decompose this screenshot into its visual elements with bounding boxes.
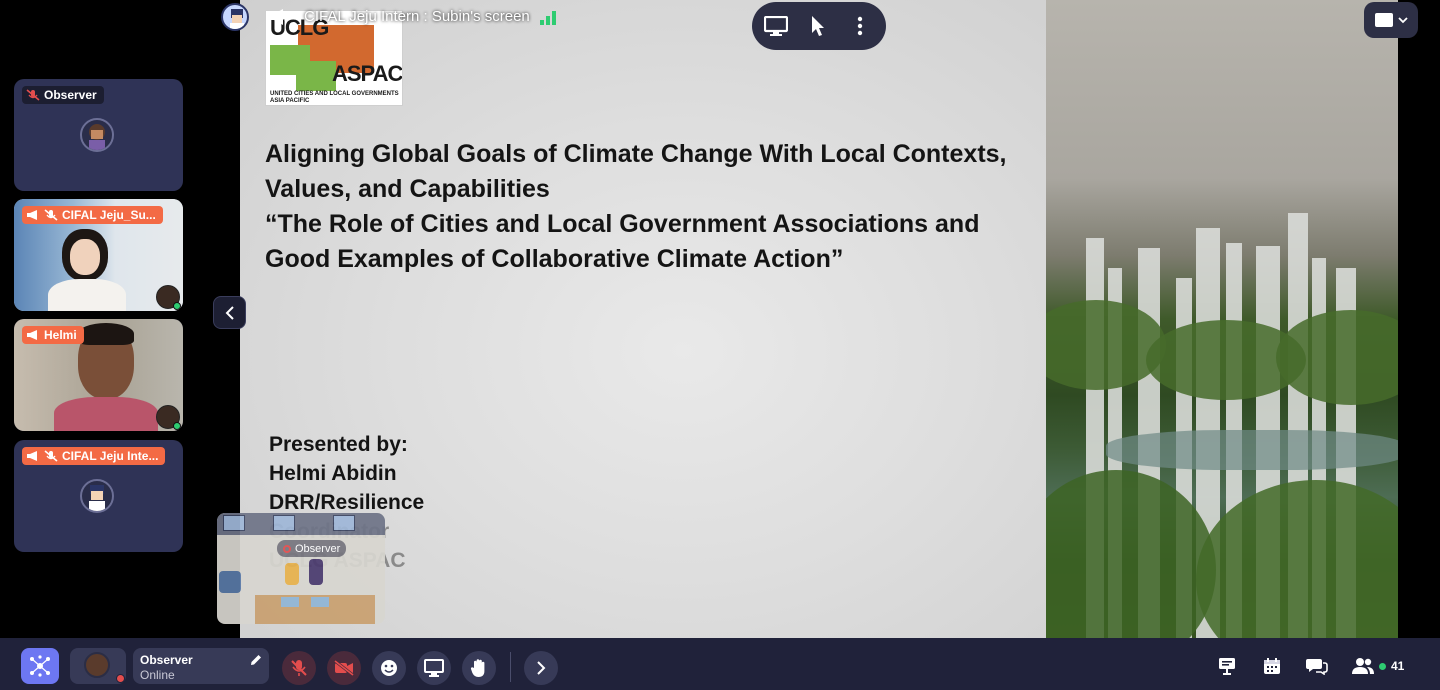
mic-off-icon	[26, 89, 40, 101]
screen-share-title: CIFAL Jeju Intern : Subin's screen	[304, 8, 530, 25]
minimap-user-name: Observer	[295, 542, 341, 555]
camera-off-icon	[334, 660, 354, 676]
megaphone-icon	[27, 330, 37, 340]
people-icon	[1352, 658, 1374, 674]
participant-tag: Helmi	[22, 326, 84, 344]
participant-tag: CIFAL Jeju_Su...	[22, 206, 163, 224]
my-avatar[interactable]	[70, 648, 126, 684]
online-count: 41	[1391, 659, 1405, 673]
board-icon	[1219, 658, 1235, 675]
slide-title: Aligning Global Goals of Climate Change …	[265, 137, 1035, 277]
chat-icon	[1306, 659, 1328, 675]
camera-toggle-button[interactable]	[327, 651, 361, 685]
mic-off-icon	[44, 450, 58, 462]
more-vertical-icon[interactable]	[842, 8, 878, 44]
pencil-icon[interactable]	[249, 653, 263, 667]
participant-name: CIFAL Jeju Inte...	[62, 449, 159, 463]
status-dot	[116, 674, 125, 683]
avatar	[80, 118, 114, 152]
screen-share-button[interactable]	[417, 651, 451, 685]
participant-tile[interactable]: CIFAL Jeju_Su...	[14, 199, 183, 311]
app-logo-icon[interactable]	[21, 648, 59, 684]
participant-tag: Observer	[22, 86, 104, 104]
participant-tile[interactable]: CIFAL Jeju Inte...	[14, 440, 183, 552]
chat-button[interactable]	[1304, 654, 1330, 678]
minimap-user-label: Observer	[277, 540, 347, 557]
chevron-down-icon	[1398, 17, 1408, 24]
mic-toggle-button[interactable]	[282, 651, 316, 685]
toolbar-divider	[510, 652, 511, 682]
collapse-sidebar-button[interactable]	[213, 296, 246, 329]
slide-title-line: “The Role of Cities and Local Government…	[265, 210, 980, 238]
participant-tile[interactable]: Helmi	[14, 319, 183, 431]
megaphone-icon	[27, 210, 37, 220]
slide-title-line: Values, and Capabilities	[265, 175, 550, 203]
avatar	[156, 285, 181, 310]
presenter-avatar[interactable]	[221, 3, 249, 31]
emoji-icon	[381, 660, 397, 676]
mic-off-icon	[291, 660, 307, 676]
participant-name: CIFAL Jeju_Su...	[62, 208, 156, 222]
online-status-dot	[173, 422, 181, 430]
bottom-toolbar: Observer Online 41	[0, 638, 1440, 690]
layout-toggle-button[interactable]	[1364, 2, 1418, 38]
screen-share-icon	[424, 659, 444, 677]
pointer-icon[interactable]	[800, 8, 836, 44]
board-button[interactable]	[1214, 654, 1240, 678]
presenter-line: Helmi Abidin	[269, 462, 397, 485]
participant-tag: CIFAL Jeju Inte...	[22, 447, 166, 465]
presenter-line: Presented by:	[269, 433, 408, 456]
chevron-right-icon	[537, 661, 546, 675]
megaphone-icon	[268, 8, 290, 26]
raise-hand-button[interactable]	[462, 651, 496, 685]
mic-off-icon	[44, 209, 58, 221]
signal-bars-icon	[540, 9, 560, 25]
participants-button[interactable]: 41	[1352, 654, 1404, 678]
online-dot	[1379, 662, 1386, 670]
participant-tile[interactable]: Observer	[14, 79, 183, 191]
slide-title-line: Good Examples of Collaborative Climate A…	[265, 245, 844, 273]
shared-screen: UCLG ASPAC UNITED CITIES AND LOCAL GOVER…	[240, 0, 1398, 638]
chevron-left-icon	[225, 305, 234, 320]
expand-toolbar-button[interactable]	[524, 651, 558, 685]
my-status: Online	[140, 668, 175, 682]
raise-hand-icon	[470, 659, 485, 677]
my-profile-card[interactable]: Observer Online	[133, 648, 269, 684]
participant-name: Helmi	[44, 328, 77, 342]
city-skyline-photo	[1046, 0, 1398, 638]
online-status-dot	[173, 302, 181, 310]
logo-subtitle: UNITED CITIES AND LOCAL GOVERNMENTS ASIA…	[270, 91, 399, 104]
mini-map[interactable]: Observer	[217, 513, 385, 624]
avatar	[156, 405, 181, 430]
participant-name: Observer	[44, 88, 97, 102]
status-icon	[283, 544, 291, 553]
my-name: Observer	[140, 653, 193, 667]
calendar-icon	[1264, 658, 1280, 674]
slide-title-line: Aligning Global Goals of Climate Change …	[265, 140, 1007, 168]
avatar	[80, 479, 114, 513]
calendar-button[interactable]	[1259, 654, 1285, 678]
monitor-icon[interactable]	[758, 8, 794, 44]
screen-controls	[752, 2, 886, 50]
emoji-button[interactable]	[372, 651, 406, 685]
megaphone-icon	[27, 451, 37, 461]
logo-text-aspac: ASPAC	[332, 61, 403, 86]
